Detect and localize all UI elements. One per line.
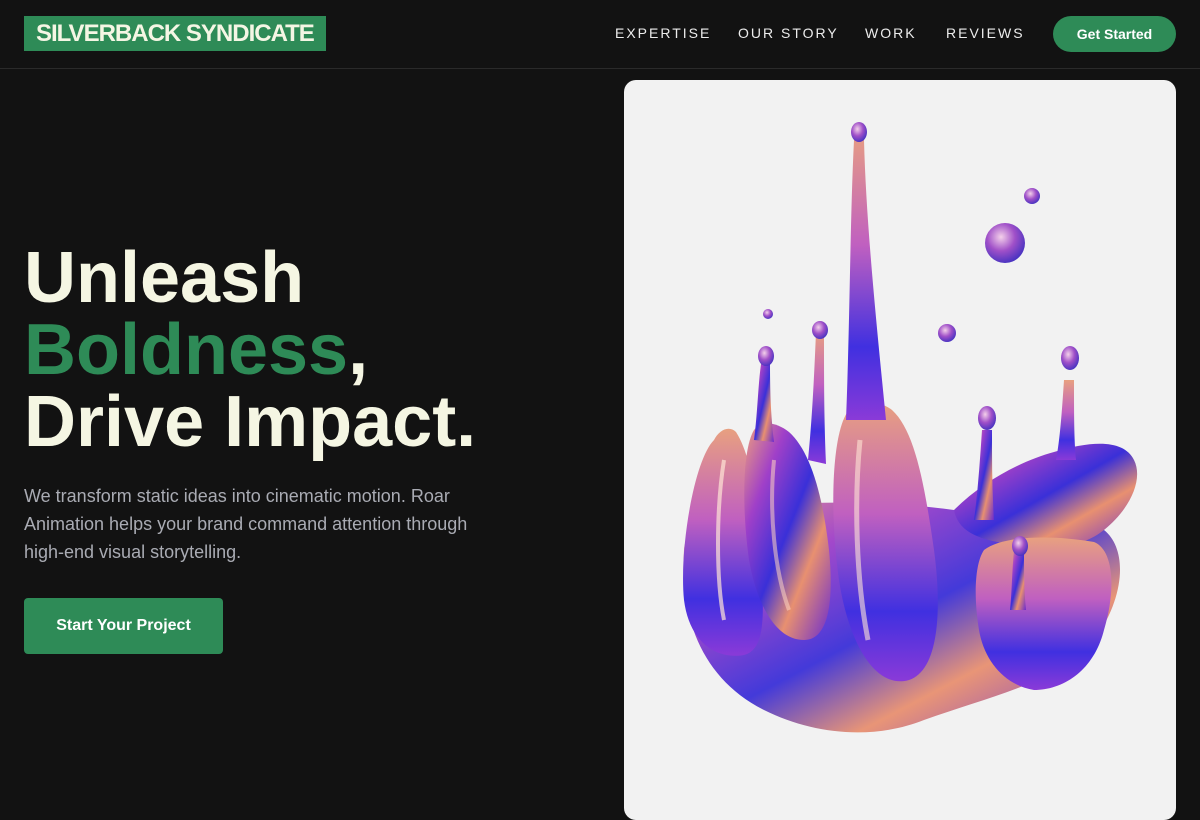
get-started-button[interactable]: Get Started — [1053, 16, 1176, 52]
iridescent-liquid-splash-image — [683, 122, 1138, 733]
nav-link-work[interactable]: WORK — [865, 24, 917, 42]
nav-link-expertise[interactable]: EXPERTISE — [615, 24, 711, 42]
nav-link-reviews[interactable]: REVIEWS — [946, 24, 1025, 42]
nav-link-our-story[interactable]: OUR STORY — [738, 24, 839, 42]
site-header: SILVERBACK SYNDICATE EXPERTISE OUR STORY… — [0, 0, 1200, 69]
brand-logo[interactable]: SILVERBACK SYNDICATE — [24, 16, 326, 51]
hero-description: We transform static ideas into cinematic… — [24, 486, 468, 562]
headline-comma: , — [348, 310, 369, 390]
hero-visual-card — [624, 80, 1176, 820]
headline-accent-word: Boldness — [24, 310, 349, 390]
headline-line-2: Boldness, — [24, 314, 604, 386]
headline-line-3: Drive Impact. — [24, 382, 477, 462]
start-project-button[interactable]: Start Your Project — [24, 598, 223, 654]
headline-line-1: Unleash — [24, 238, 305, 318]
hero-headline: Unleash Boldness, Drive Impact. — [24, 242, 604, 458]
